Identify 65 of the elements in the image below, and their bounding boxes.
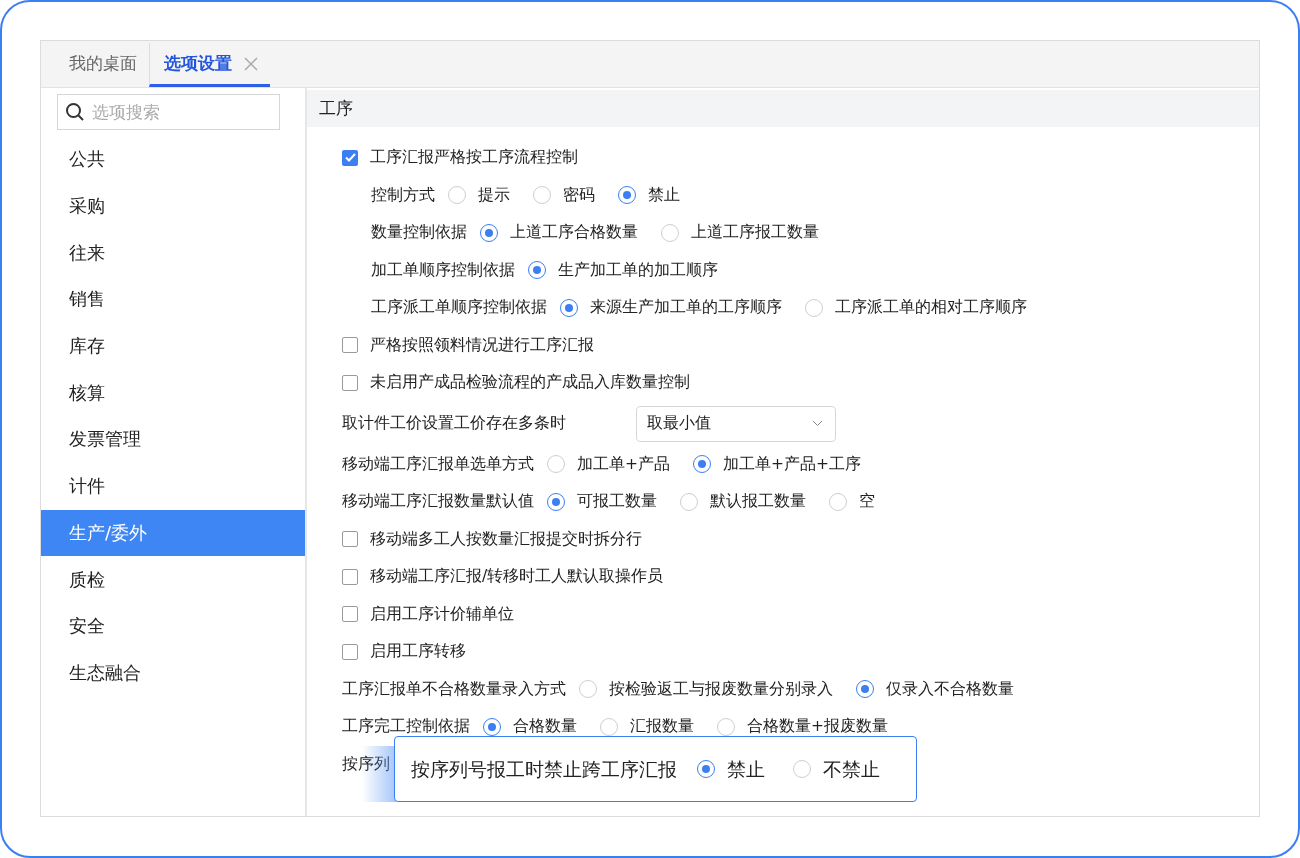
search-icon [65, 102, 85, 122]
setting-label: 加工单顺序控制依据 [371, 259, 515, 281]
checkbox[interactable] [342, 337, 358, 354]
setting-label: 取计件工价设置工价存在多条时 [342, 413, 566, 434]
option-label: 合格数量+报废数量 [747, 716, 888, 738]
option-label: 按检验返工与报废数量分别录入 [609, 678, 833, 700]
dropdown-select[interactable]: 取最小值 [636, 405, 836, 442]
option-label: 未启用产成品检验流程的产成品入库数量控制 [370, 372, 690, 394]
sidebar-item[interactable]: 质检 [41, 556, 305, 603]
option-label: 启用工序计价辅单位 [370, 603, 514, 625]
checkbox[interactable] [342, 149, 358, 166]
option-label: 密码 [563, 184, 595, 206]
option-label: 移动端多工人按数量汇报提交时拆分行 [370, 528, 642, 550]
option-label: 禁止 [727, 757, 765, 782]
option-label: 合格数量 [513, 716, 577, 738]
setting-label: 控制方式 [371, 184, 435, 206]
setting-label: 工序完工控制依据 [342, 716, 470, 738]
sidebar-item[interactable]: 销售 [41, 276, 305, 323]
tab[interactable]: 我的桌面 [59, 43, 149, 87]
option-label: 工序派工单的相对工序顺序 [835, 297, 1027, 319]
option-label: 上道工序合格数量 [510, 222, 638, 244]
setting-label: 按序列号报工时禁止跨工序汇报 [411, 757, 677, 782]
checkbox[interactable] [342, 643, 358, 660]
setting-label: 移动端工序汇报数量默认值 [342, 491, 534, 513]
sidebar-item[interactable]: 公共 [41, 136, 305, 183]
option-label: 禁止 [648, 184, 680, 206]
tab[interactable]: 选项设置 [149, 43, 270, 87]
option-label: 工序汇报严格按工序流程控制 [370, 147, 578, 169]
option-label: 仅录入不合格数量 [886, 678, 1014, 700]
setting-label: 移动端工序汇报单选单方式 [342, 453, 534, 475]
option-label: 移动端工序汇报/转移时工人默认取操作员 [370, 566, 664, 588]
option-label: 加工单+产品 [577, 453, 670, 475]
option-label: 汇报数量 [630, 716, 694, 738]
option-label: 严格按照领料情况进行工序汇报 [370, 334, 594, 356]
option-label: 默认报工数量 [710, 491, 806, 513]
option-label: 不禁止 [823, 757, 880, 782]
sidebar-item[interactable]: 核算 [41, 369, 305, 417]
option-label: 空 [859, 491, 875, 513]
checkbox[interactable] [342, 531, 358, 548]
sidebar-item[interactable]: 安全 [41, 602, 305, 650]
sidebar-item[interactable]: 采购 [41, 182, 305, 230]
sidebar-item[interactable]: 生产/委外 [41, 509, 305, 557]
checkbox[interactable] [342, 374, 358, 391]
sidebar-item[interactable]: 计件 [41, 462, 305, 510]
section-header: 工序 [307, 90, 1259, 127]
chevron-down-icon [812, 420, 823, 427]
setting-label: 工序派工单顺序控制依据 [371, 297, 547, 319]
option-label: 上道工序报工数量 [691, 222, 819, 244]
option-label: 提示 [478, 184, 510, 206]
option-label: 加工单+产品+工序 [723, 453, 861, 475]
search-field[interactable]: 选项搜索 [57, 94, 280, 130]
option-label: 来源生产加工单的工序顺序 [590, 297, 782, 319]
setting-label: 数量控制依据 [371, 222, 467, 244]
sidebar-item[interactable]: 往来 [41, 229, 305, 277]
setting-label: 按序列 [342, 753, 390, 775]
option-label: 可报工数量 [577, 491, 657, 513]
option-label: 启用工序转移 [370, 641, 466, 663]
sidebar-item[interactable]: 库存 [41, 322, 305, 370]
checkbox[interactable] [342, 606, 358, 623]
sidebar-item[interactable]: 生态融合 [41, 649, 305, 697]
option-label: 生产加工单的加工顺序 [558, 259, 718, 281]
close-icon[interactable] [244, 56, 258, 71]
sidebar-item[interactable]: 发票管理 [41, 416, 305, 463]
checkbox[interactable] [342, 568, 358, 585]
setting-label: 工序汇报单不合格数量录入方式 [342, 678, 566, 700]
